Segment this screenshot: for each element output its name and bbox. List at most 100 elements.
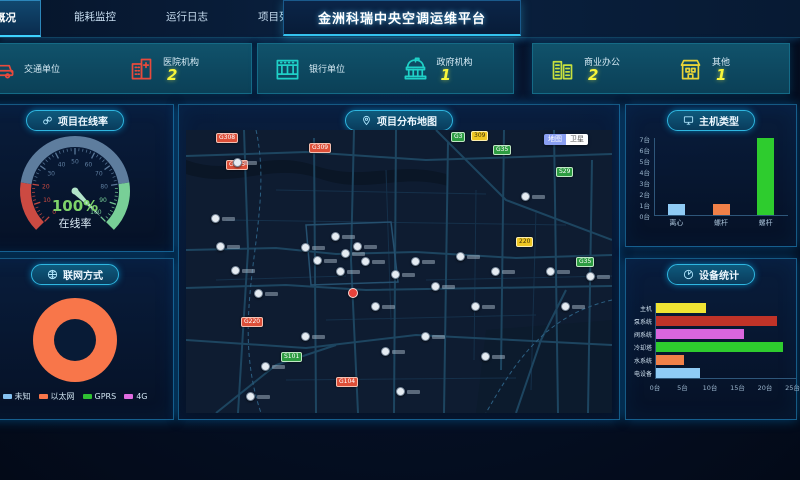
- svg-text:20: 20: [42, 183, 50, 190]
- svg-text:50: 50: [71, 159, 79, 166]
- nav-tab-1[interactable]: 能耗监控: [61, 0, 129, 37]
- marker-dot: [336, 267, 345, 276]
- marker-dot: [381, 347, 390, 356]
- xtick: 15台: [728, 382, 748, 392]
- marker-label-stub: [347, 270, 360, 274]
- map-marker[interactable]: [586, 272, 610, 281]
- map-marker[interactable]: [216, 242, 240, 251]
- marker-dot: [481, 352, 490, 361]
- marker-dot: [391, 270, 400, 279]
- stat-value: 2: [584, 68, 620, 82]
- legend-item[interactable]: 未知: [3, 391, 31, 402]
- map-marker[interactable]: [261, 362, 285, 371]
- stat-card-1: 银行单位政府机构1: [257, 43, 514, 94]
- marker-dot: [254, 289, 263, 298]
- xtick: 20台: [755, 382, 775, 392]
- marker-dot: [246, 392, 255, 401]
- stat-item: 银行单位: [258, 55, 386, 82]
- panel-project-map-header: 项目分布地图: [345, 110, 453, 131]
- legend-item[interactable]: 以太网: [39, 391, 75, 402]
- marker-label-stub: [482, 305, 495, 309]
- network-type-legend: 未知以太网 GPRS 4G: [0, 391, 173, 402]
- device-stats-chart: 主机泵系统阀系统冷却塔水系统电设备0台5台10台15台20台25台: [628, 297, 794, 409]
- map-marker[interactable]: [471, 302, 495, 311]
- marker-label-stub: [557, 270, 570, 274]
- map-marker[interactable]: [361, 257, 385, 266]
- map-marker[interactable]: [491, 267, 515, 276]
- bar-螺杆: [713, 204, 730, 215]
- legend-item[interactable]: GPRS: [83, 391, 117, 402]
- map-marker[interactable]: [371, 302, 395, 311]
- road-badge: 220: [516, 237, 533, 247]
- panel-network-type-title: 联网方式: [63, 267, 103, 282]
- ytick: 5台: [634, 156, 650, 166]
- marker-label-stub: [257, 395, 270, 399]
- map-marker[interactable]: [254, 289, 278, 298]
- map-marker[interactable]: [411, 257, 435, 266]
- marker-label-stub: [597, 275, 610, 279]
- map-canvas[interactable]: G308G309G105G104G220G3G35G35S29S10130922…: [186, 130, 612, 413]
- xlab: 螺杆: [751, 218, 781, 228]
- marker-label-stub: [382, 305, 395, 309]
- map-marker[interactable]: [421, 332, 445, 341]
- car-icon: [0, 55, 16, 82]
- ytick: 0台: [634, 211, 650, 221]
- marker-dot: [341, 249, 350, 258]
- xtick: 0台: [645, 382, 665, 392]
- map-marker[interactable]: [331, 232, 355, 241]
- stat-item: 交通单位: [0, 55, 112, 82]
- map-marker[interactable]: [481, 352, 505, 361]
- road-badge: G35: [493, 145, 511, 155]
- map-marker[interactable]: [336, 267, 360, 276]
- stat-item: 其他1: [661, 55, 789, 82]
- donut-hole: [54, 319, 96, 361]
- map-marker[interactable]: [561, 302, 585, 311]
- map-marker[interactable]: [211, 214, 235, 223]
- map-marker[interactable]: [431, 282, 455, 291]
- map-marker-alert[interactable]: [348, 288, 358, 298]
- map-marker[interactable]: [546, 267, 570, 276]
- map-marker[interactable]: [391, 270, 415, 279]
- map-marker[interactable]: [456, 252, 480, 261]
- dashboard: 概况能耗监控运行日志项目列表视频监控 金洲科瑞中央空调运维平台 交通单位医院机构…: [0, 0, 800, 480]
- panel-online-rate-header: 项目在线率: [26, 110, 124, 131]
- map-marker[interactable]: [231, 266, 255, 275]
- marker-dot: [211, 214, 220, 223]
- panel-device-stats-header: 设备统计: [667, 264, 755, 285]
- marker-dot: [371, 302, 380, 311]
- map-marker[interactable]: [233, 158, 257, 167]
- marker-dot: [361, 257, 370, 266]
- marker-label-stub: [492, 355, 505, 359]
- xlab: 离心: [661, 218, 691, 228]
- ytick: 4台: [634, 167, 650, 177]
- marker-dot: [331, 232, 340, 241]
- map-marker[interactable]: [246, 392, 270, 401]
- nav-tab-0[interactable]: 概况: [0, 0, 41, 37]
- map-marker[interactable]: [381, 347, 405, 356]
- map-marker[interactable]: [353, 242, 377, 251]
- building-icon: [677, 55, 704, 82]
- marker-dot: [431, 282, 440, 291]
- map-marker[interactable]: [301, 243, 325, 252]
- marker-dot: [491, 267, 500, 276]
- road-badge: 309: [471, 131, 488, 141]
- marker-label-stub: [272, 365, 285, 369]
- map-marker[interactable]: [396, 387, 420, 396]
- marker-label-stub: [467, 255, 480, 259]
- map-marker[interactable]: [301, 332, 325, 341]
- map-layer-map[interactable]: 地图: [544, 134, 566, 145]
- nav-tab-2[interactable]: 运行日志: [153, 0, 221, 37]
- legend-item[interactable]: 4G: [124, 391, 147, 402]
- row-label: 泵系统: [628, 317, 652, 326]
- map-layer-satellite[interactable]: 卫星: [566, 134, 588, 145]
- svg-text:60: 60: [85, 162, 93, 169]
- stat-value: 2: [163, 68, 199, 82]
- map-marker[interactable]: [313, 256, 337, 265]
- marker-dot: [301, 243, 310, 252]
- monitor-icon: [683, 115, 694, 126]
- map-marker[interactable]: [521, 192, 545, 201]
- road-badge: G308: [216, 133, 238, 143]
- panel-online-rate-title: 项目在线率: [58, 113, 108, 128]
- legend-label: GPRS: [95, 392, 117, 401]
- road-badge: G309: [309, 143, 331, 153]
